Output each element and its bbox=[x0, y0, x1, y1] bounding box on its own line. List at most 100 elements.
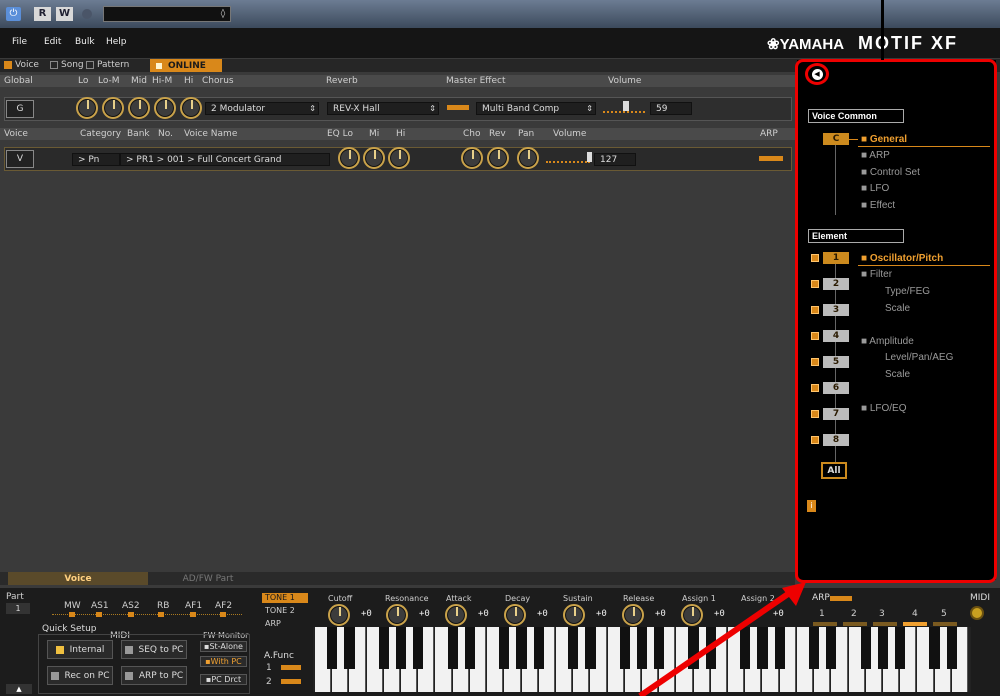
voice-eq-mi-knob[interactable] bbox=[363, 147, 385, 169]
global-eq-mid-knob[interactable] bbox=[128, 97, 150, 119]
fw-with-pc-button[interactable]: ▪ With PC bbox=[200, 656, 247, 667]
element-6-button[interactable]: 6 bbox=[823, 382, 849, 394]
element-4-button[interactable]: 4 bbox=[823, 330, 849, 342]
nav-amplitude-level-pan-aeg[interactable]: Level/Pan/AEG bbox=[885, 352, 953, 363]
afunc-2-button[interactable] bbox=[281, 679, 301, 684]
preset-select-icon[interactable]: ◊ bbox=[217, 7, 229, 21]
fw-stand-alone-button[interactable]: ▪ St-Alone bbox=[200, 641, 247, 652]
cutoff-knob[interactable] bbox=[328, 604, 350, 626]
black-key[interactable] bbox=[499, 627, 510, 669]
black-key[interactable] bbox=[567, 627, 579, 669]
black-key[interactable] bbox=[378, 627, 389, 669]
master-effect-select[interactable]: Multi Band Comp ⇕ bbox=[476, 102, 596, 115]
black-key[interactable] bbox=[929, 627, 940, 669]
voice-pan-knob[interactable] bbox=[517, 147, 539, 169]
element-5-button[interactable]: 5 bbox=[823, 356, 849, 368]
black-key[interactable] bbox=[327, 627, 338, 669]
assign-as1-led[interactable] bbox=[96, 612, 102, 617]
category-field[interactable]: > Pn bbox=[72, 153, 120, 166]
voice-rev-knob[interactable] bbox=[487, 147, 509, 169]
black-key[interactable] bbox=[894, 627, 906, 669]
global-volume-value[interactable]: 59 bbox=[650, 102, 692, 115]
decay-knob[interactable] bbox=[504, 604, 526, 626]
song-mode-check-icon[interactable] bbox=[50, 61, 58, 69]
menu-bulk[interactable]: Bulk bbox=[75, 37, 95, 47]
voice-eq-hi-knob[interactable] bbox=[388, 147, 410, 169]
tone-2-tab[interactable]: TONE 2 bbox=[262, 606, 295, 615]
sustain-knob[interactable] bbox=[563, 604, 585, 626]
nav-filter-scale[interactable]: Scale bbox=[885, 303, 910, 314]
element-3-button[interactable]: 3 bbox=[823, 304, 849, 316]
nav-lfo[interactable]: ■ LFO bbox=[861, 183, 889, 194]
global-volume-handle-icon[interactable] bbox=[623, 101, 629, 111]
element-8-enable-icon[interactable] bbox=[811, 436, 819, 444]
fw-pc-direct-button[interactable]: ▪ PC Drct bbox=[200, 674, 247, 685]
arp-2-button[interactable] bbox=[843, 622, 867, 626]
arp-to-pc-button[interactable]: ARP to PC bbox=[121, 666, 187, 685]
black-key[interactable] bbox=[464, 627, 476, 669]
rec-on-pc-button[interactable]: Rec on PC bbox=[47, 666, 113, 685]
nav-control-set[interactable]: ■ Control Set bbox=[861, 167, 920, 178]
global-eq-hi-knob[interactable] bbox=[180, 97, 202, 119]
common-button[interactable]: C bbox=[823, 133, 849, 145]
power-icon[interactable]: ⏻ bbox=[6, 7, 21, 21]
voice-eq-lo-knob[interactable] bbox=[338, 147, 360, 169]
element-7-enable-icon[interactable] bbox=[811, 410, 819, 418]
element-5-enable-icon[interactable] bbox=[811, 358, 819, 366]
afunc-1-button[interactable] bbox=[281, 665, 301, 670]
internal-button[interactable]: Internal bbox=[47, 640, 113, 659]
global-eq-him-knob[interactable] bbox=[154, 97, 176, 119]
element-2-button[interactable]: 2 bbox=[823, 278, 849, 290]
element-all-button[interactable]: All bbox=[821, 462, 847, 479]
master-effect-toggle[interactable] bbox=[447, 105, 469, 110]
seq-to-pc-button[interactable]: SEQ to PC bbox=[121, 640, 187, 659]
assign-af1-led[interactable] bbox=[190, 612, 196, 617]
voice-volume-handle-icon[interactable] bbox=[587, 152, 592, 162]
arp-3-button[interactable] bbox=[873, 622, 897, 626]
song-mode-label[interactable]: Song bbox=[61, 60, 84, 70]
element-8-button[interactable]: 8 bbox=[823, 434, 849, 446]
attack-knob[interactable] bbox=[445, 604, 467, 626]
tab-ad-fw-part[interactable]: AD/FW Part bbox=[148, 572, 268, 585]
black-key[interactable] bbox=[395, 627, 407, 669]
voice-mode-check-icon[interactable] bbox=[4, 61, 12, 69]
nav-lfo-eq[interactable]: ■ LFO/EQ bbox=[861, 403, 907, 414]
black-key[interactable] bbox=[808, 627, 820, 669]
black-key[interactable] bbox=[946, 627, 957, 669]
black-key[interactable] bbox=[447, 627, 458, 669]
write-button[interactable]: W bbox=[56, 7, 73, 21]
black-key[interactable] bbox=[533, 627, 544, 669]
element-3-enable-icon[interactable] bbox=[811, 306, 819, 314]
nav-arp[interactable]: ■ ARP bbox=[861, 150, 890, 161]
black-key[interactable] bbox=[516, 627, 527, 669]
tone-1-tab[interactable]: TONE 1 bbox=[262, 593, 308, 603]
arp-5-button[interactable] bbox=[933, 622, 957, 626]
voice-name-field[interactable]: > PR1 > 001 > Full Concert Grand bbox=[120, 153, 330, 166]
global-eq-lom-knob[interactable] bbox=[102, 97, 124, 119]
tab-voice[interactable]: Voice bbox=[8, 572, 148, 585]
assign-rb-led[interactable] bbox=[158, 612, 164, 617]
arp-4-button[interactable] bbox=[903, 622, 927, 626]
black-key[interactable] bbox=[344, 627, 355, 669]
assign-as2-led[interactable] bbox=[128, 612, 134, 617]
read-button[interactable]: R bbox=[34, 7, 51, 21]
tone-arp-tab[interactable]: ARP bbox=[262, 619, 281, 628]
element-4-enable-icon[interactable] bbox=[811, 332, 819, 340]
nav-filter-type-feg[interactable]: Type/FEG bbox=[885, 286, 930, 297]
black-key[interactable] bbox=[826, 627, 837, 669]
online-button[interactable]: ONLINE bbox=[150, 59, 222, 72]
menu-help[interactable]: Help bbox=[106, 37, 127, 47]
voice-volume-slider[interactable] bbox=[546, 154, 590, 163]
assign-mw-led[interactable] bbox=[69, 612, 75, 617]
nav-amplitude-scale[interactable]: Scale bbox=[885, 369, 910, 380]
preset-field[interactable] bbox=[103, 6, 231, 22]
pattern-mode-check-icon[interactable] bbox=[86, 61, 94, 69]
nav-general[interactable]: ■ General bbox=[861, 134, 907, 145]
menu-edit[interactable]: Edit bbox=[44, 37, 61, 47]
info-icon[interactable]: i bbox=[807, 500, 816, 512]
voice-mode-label[interactable]: Voice bbox=[15, 60, 39, 70]
collapse-panel-button[interactable]: ◀ bbox=[805, 63, 829, 85]
menu-file[interactable]: File bbox=[12, 37, 27, 47]
arp-switch[interactable] bbox=[830, 596, 852, 601]
black-key[interactable] bbox=[860, 627, 871, 669]
